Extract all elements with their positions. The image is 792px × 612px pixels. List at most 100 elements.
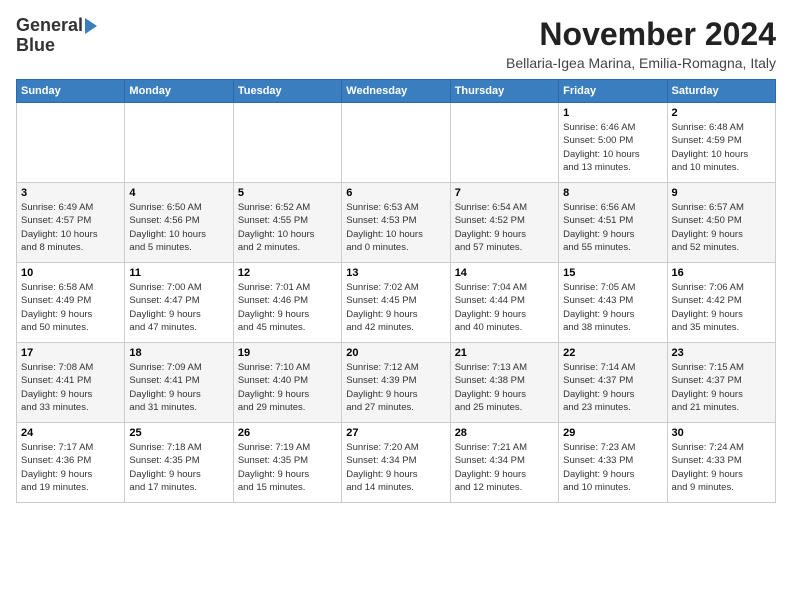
- day-number: 14: [455, 267, 554, 279]
- calendar-cell: 4 Sunrise: 6:50 AM Sunset: 4:56 PM Daylig…: [125, 183, 233, 263]
- weekday-header-sunday: Sunday: [17, 80, 125, 103]
- day-number: 11: [129, 267, 228, 279]
- day-number: 23: [672, 347, 771, 359]
- day-number: 25: [129, 427, 228, 439]
- day-info: Sunrise: 7:18 AM Sunset: 4:35 PM Dayligh…: [129, 441, 228, 494]
- day-info: Sunrise: 7:02 AM Sunset: 4:45 PM Dayligh…: [346, 281, 445, 334]
- day-number: 8: [563, 187, 662, 199]
- day-number: 6: [346, 187, 445, 199]
- day-info: Sunrise: 7:15 AM Sunset: 4:37 PM Dayligh…: [672, 361, 771, 414]
- day-number: 10: [21, 267, 120, 279]
- day-info: Sunrise: 6:53 AM Sunset: 4:53 PM Dayligh…: [346, 201, 445, 254]
- day-number: 24: [21, 427, 120, 439]
- calendar-cell: 26Sunrise: 7:19 AM Sunset: 4:35 PM Dayli…: [233, 423, 341, 503]
- calendar-cell: [233, 103, 341, 183]
- day-info: Sunrise: 7:08 AM Sunset: 4:41 PM Dayligh…: [21, 361, 120, 414]
- day-info: Sunrise: 7:06 AM Sunset: 4:42 PM Dayligh…: [672, 281, 771, 334]
- day-number: 19: [238, 347, 337, 359]
- calendar-cell: 28Sunrise: 7:21 AM Sunset: 4:34 PM Dayli…: [450, 423, 558, 503]
- weekday-header-thursday: Thursday: [450, 80, 558, 103]
- calendar-cell: 8 Sunrise: 6:56 AM Sunset: 4:51 PM Daylig…: [559, 183, 667, 263]
- calendar-cell: 13 Sunrise: 7:02 AM Sunset: 4:45 PM Dayli…: [342, 263, 450, 343]
- day-number: 27: [346, 427, 445, 439]
- day-info: Sunrise: 7:20 AM Sunset: 4:34 PM Dayligh…: [346, 441, 445, 494]
- day-number: 17: [21, 347, 120, 359]
- logo: General Blue: [16, 16, 97, 56]
- day-number: 15: [563, 267, 662, 279]
- day-info: Sunrise: 7:14 AM Sunset: 4:37 PM Dayligh…: [563, 361, 662, 414]
- weekday-header-row: SundayMondayTuesdayWednesdayThursdayFrid…: [17, 80, 776, 103]
- calendar-cell: 20 Sunrise: 7:12 AM Sunset: 4:39 PM Dayli…: [342, 343, 450, 423]
- calendar-cell: 2 Sunrise: 6:48 AM Sunset: 4:59 PM Daylig…: [667, 103, 775, 183]
- calendar-cell: [17, 103, 125, 183]
- day-info: Sunrise: 6:57 AM Sunset: 4:50 PM Dayligh…: [672, 201, 771, 254]
- day-info: Sunrise: 7:01 AM Sunset: 4:46 PM Dayligh…: [238, 281, 337, 334]
- logo-blue-text: Blue: [16, 35, 55, 55]
- calendar-cell: 6 Sunrise: 6:53 AM Sunset: 4:53 PM Daylig…: [342, 183, 450, 263]
- day-number: 21: [455, 347, 554, 359]
- calendar-cell: 7 Sunrise: 6:54 AM Sunset: 4:52 PM Daylig…: [450, 183, 558, 263]
- calendar-cell: 29 Sunrise: 7:23 AM Sunset: 4:33 PM Dayli…: [559, 423, 667, 503]
- calendar-cell: 21Sunrise: 7:13 AM Sunset: 4:38 PM Dayli…: [450, 343, 558, 423]
- day-info: Sunrise: 6:58 AM Sunset: 4:49 PM Dayligh…: [21, 281, 120, 334]
- calendar-cell: 16 Sunrise: 7:06 AM Sunset: 4:42 PM Dayli…: [667, 263, 775, 343]
- calendar-table: SundayMondayTuesdayWednesdayThursdayFrid…: [16, 79, 776, 503]
- day-number: 30: [672, 427, 771, 439]
- calendar-cell: 11 Sunrise: 7:00 AM Sunset: 4:47 PM Dayli…: [125, 263, 233, 343]
- calendar-cell: 10 Sunrise: 6:58 AM Sunset: 4:49 PM Dayli…: [17, 263, 125, 343]
- calendar-week-row: 17 Sunrise: 7:08 AM Sunset: 4:41 PM Dayli…: [17, 343, 776, 423]
- day-number: 3: [21, 187, 120, 199]
- day-info: Sunrise: 6:48 AM Sunset: 4:59 PM Dayligh…: [672, 121, 771, 174]
- day-info: Sunrise: 7:23 AM Sunset: 4:33 PM Dayligh…: [563, 441, 662, 494]
- calendar-cell: 18 Sunrise: 7:09 AM Sunset: 4:41 PM Dayli…: [125, 343, 233, 423]
- day-number: 20: [346, 347, 445, 359]
- weekday-header-tuesday: Tuesday: [233, 80, 341, 103]
- calendar-cell: [342, 103, 450, 183]
- day-info: Sunrise: 7:00 AM Sunset: 4:47 PM Dayligh…: [129, 281, 228, 334]
- day-info: Sunrise: 7:12 AM Sunset: 4:39 PM Dayligh…: [346, 361, 445, 414]
- month-title: November 2024: [506, 16, 776, 53]
- day-number: 13: [346, 267, 445, 279]
- day-info: Sunrise: 7:05 AM Sunset: 4:43 PM Dayligh…: [563, 281, 662, 334]
- day-info: Sunrise: 6:56 AM Sunset: 4:51 PM Dayligh…: [563, 201, 662, 254]
- calendar-cell: 27 Sunrise: 7:20 AM Sunset: 4:34 PM Dayli…: [342, 423, 450, 503]
- calendar-cell: 12 Sunrise: 7:01 AM Sunset: 4:46 PM Dayli…: [233, 263, 341, 343]
- day-number: 2: [672, 107, 771, 119]
- day-info: Sunrise: 7:24 AM Sunset: 4:33 PM Dayligh…: [672, 441, 771, 494]
- logo-arrow-icon: [85, 18, 97, 34]
- calendar-week-row: 24 Sunrise: 7:17 AM Sunset: 4:36 PM Dayli…: [17, 423, 776, 503]
- weekday-header-saturday: Saturday: [667, 80, 775, 103]
- calendar-cell: 14Sunrise: 7:04 AM Sunset: 4:44 PM Dayli…: [450, 263, 558, 343]
- day-number: 4: [129, 187, 228, 199]
- calendar-cell: 25 Sunrise: 7:18 AM Sunset: 4:35 PM Dayli…: [125, 423, 233, 503]
- calendar-week-row: 1Sunrise: 6:46 AM Sunset: 5:00 PM Daylig…: [17, 103, 776, 183]
- day-number: 7: [455, 187, 554, 199]
- header: General Blue November 2024 Bellaria-Igea…: [16, 16, 776, 71]
- calendar-week-row: 3 Sunrise: 6:49 AM Sunset: 4:57 PM Daylig…: [17, 183, 776, 263]
- day-number: 1: [563, 107, 662, 119]
- weekday-header-monday: Monday: [125, 80, 233, 103]
- day-info: Sunrise: 7:17 AM Sunset: 4:36 PM Dayligh…: [21, 441, 120, 494]
- calendar-cell: 24 Sunrise: 7:17 AM Sunset: 4:36 PM Dayli…: [17, 423, 125, 503]
- day-number: 9: [672, 187, 771, 199]
- day-number: 16: [672, 267, 771, 279]
- weekday-header-wednesday: Wednesday: [342, 80, 450, 103]
- day-number: 5: [238, 187, 337, 199]
- calendar-cell: 15 Sunrise: 7:05 AM Sunset: 4:43 PM Dayli…: [559, 263, 667, 343]
- day-info: Sunrise: 7:21 AM Sunset: 4:34 PM Dayligh…: [455, 441, 554, 494]
- day-number: 18: [129, 347, 228, 359]
- calendar-week-row: 10 Sunrise: 6:58 AM Sunset: 4:49 PM Dayli…: [17, 263, 776, 343]
- day-info: Sunrise: 6:54 AM Sunset: 4:52 PM Dayligh…: [455, 201, 554, 254]
- day-number: 29: [563, 427, 662, 439]
- day-info: Sunrise: 7:09 AM Sunset: 4:41 PM Dayligh…: [129, 361, 228, 414]
- calendar-cell: 19Sunrise: 7:10 AM Sunset: 4:40 PM Dayli…: [233, 343, 341, 423]
- day-info: Sunrise: 6:50 AM Sunset: 4:56 PM Dayligh…: [129, 201, 228, 254]
- calendar-cell: [125, 103, 233, 183]
- day-info: Sunrise: 6:49 AM Sunset: 4:57 PM Dayligh…: [21, 201, 120, 254]
- calendar-cell: 22Sunrise: 7:14 AM Sunset: 4:37 PM Dayli…: [559, 343, 667, 423]
- calendar-cell: 23 Sunrise: 7:15 AM Sunset: 4:37 PM Dayli…: [667, 343, 775, 423]
- title-area: November 2024 Bellaria-Igea Marina, Emil…: [506, 16, 776, 71]
- day-number: 12: [238, 267, 337, 279]
- calendar-cell: 3 Sunrise: 6:49 AM Sunset: 4:57 PM Daylig…: [17, 183, 125, 263]
- weekday-header-friday: Friday: [559, 80, 667, 103]
